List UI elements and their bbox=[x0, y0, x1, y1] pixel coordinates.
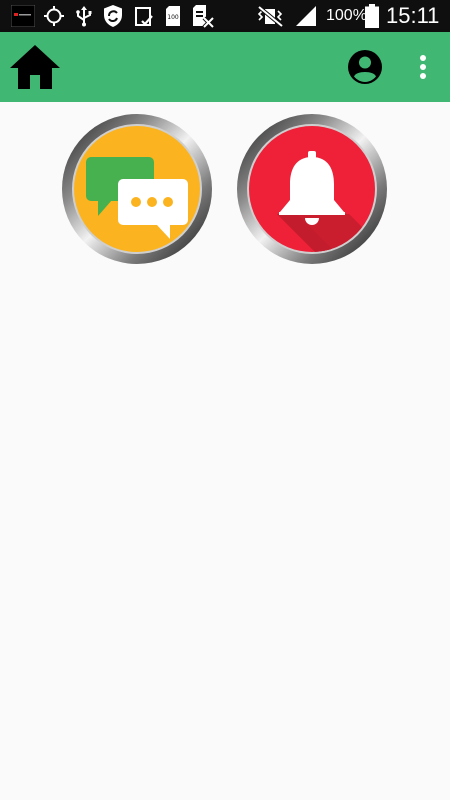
battery-icon bbox=[364, 4, 380, 28]
status-clock: 15:11 bbox=[386, 3, 440, 28]
chat-button[interactable] bbox=[62, 114, 212, 264]
battery-percentage: 100% bbox=[326, 7, 367, 24]
status-bar: 100 100% 15:11 bbox=[0, 0, 450, 32]
account-circle-icon bbox=[348, 50, 382, 84]
shield-sync-icon bbox=[101, 4, 125, 28]
app-notification-icon bbox=[10, 4, 36, 28]
svg-text:100: 100 bbox=[167, 14, 179, 21]
clipboard-check-icon bbox=[133, 4, 155, 28]
signal-icon bbox=[294, 4, 318, 28]
gps-icon bbox=[42, 4, 66, 28]
more-vert-icon bbox=[420, 55, 426, 79]
usb-icon bbox=[73, 4, 95, 28]
alert-button[interactable] bbox=[237, 114, 387, 264]
home-icon bbox=[10, 45, 60, 89]
sim-100-icon: 100 bbox=[164, 4, 182, 28]
home-button[interactable] bbox=[8, 40, 62, 94]
vibrate-mute-icon bbox=[255, 4, 285, 28]
sd-card-icon bbox=[192, 4, 214, 28]
content-area bbox=[0, 102, 450, 800]
account-button[interactable] bbox=[343, 45, 387, 89]
overflow-menu-button[interactable] bbox=[408, 45, 438, 89]
app-bar bbox=[0, 32, 450, 102]
